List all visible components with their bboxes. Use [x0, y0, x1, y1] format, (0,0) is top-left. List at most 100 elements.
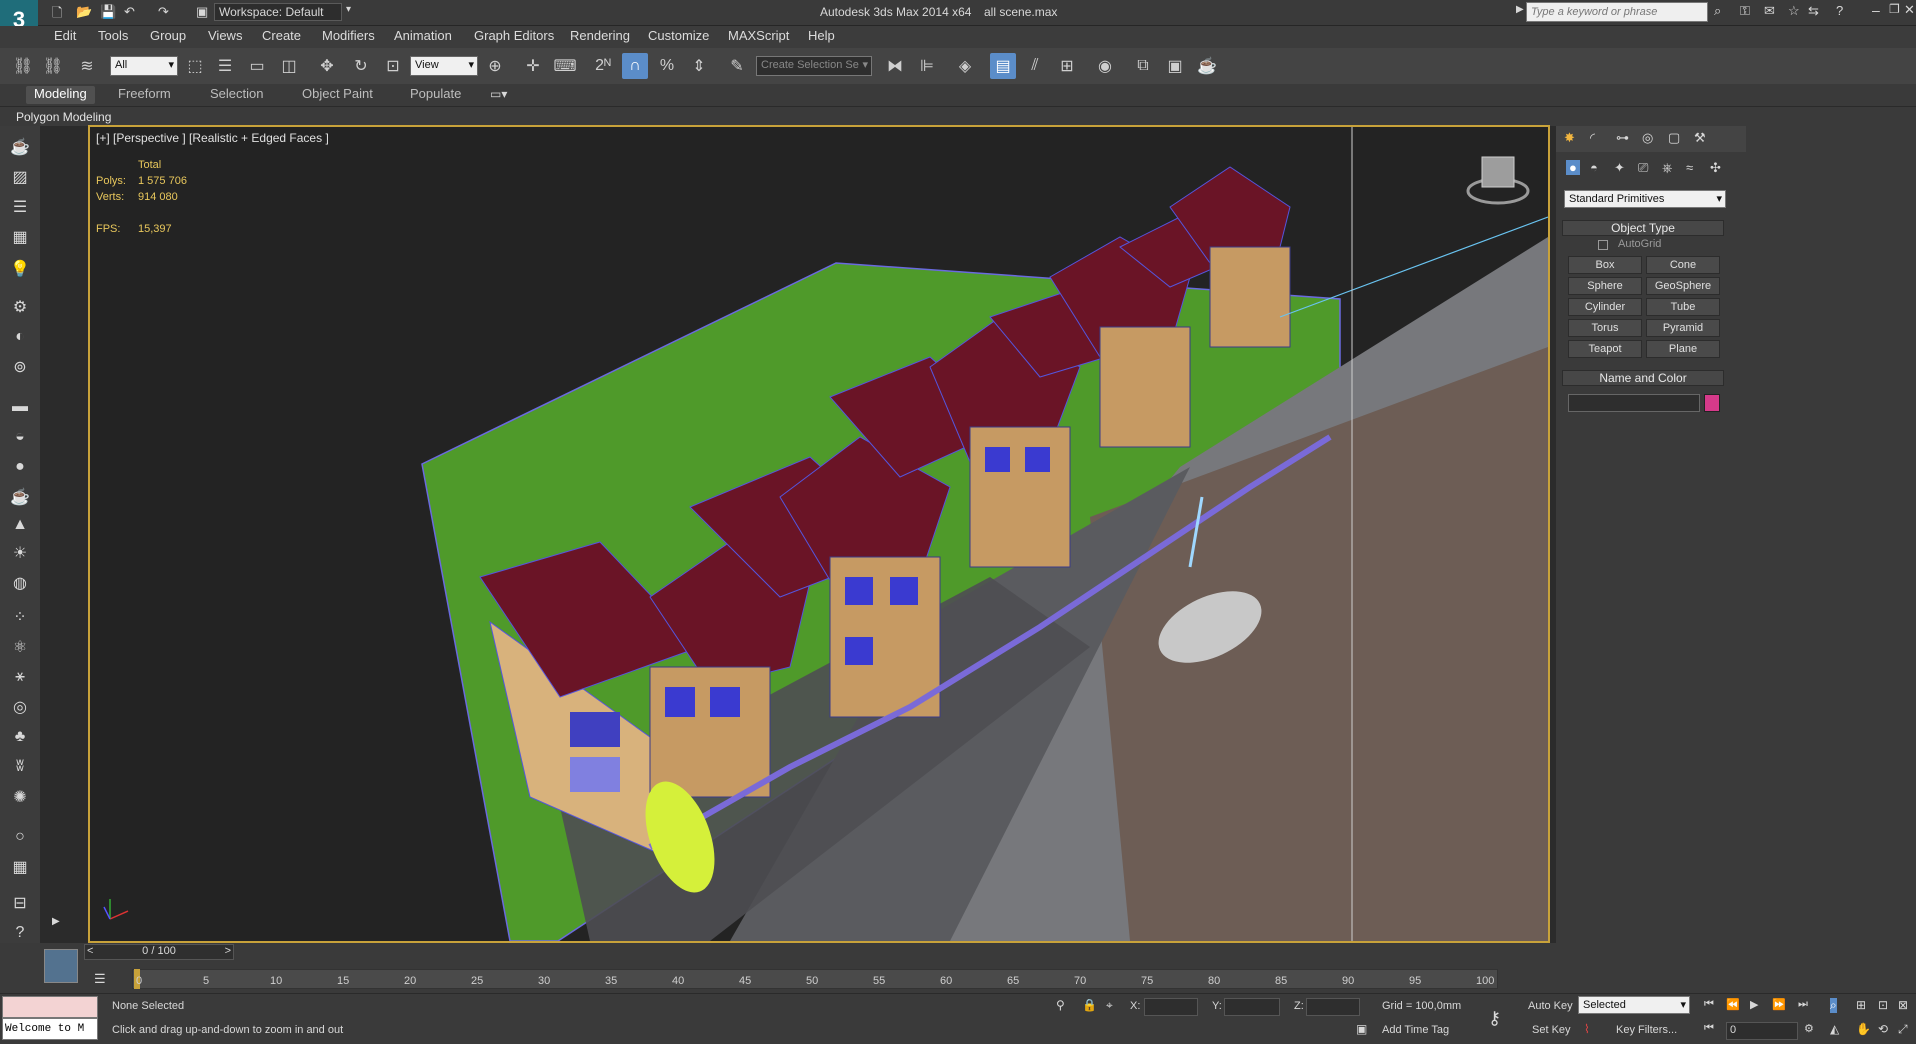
auto-key-button[interactable]: Auto Key: [1528, 1000, 1573, 1012]
lock-icon[interactable]: 🔒: [1082, 998, 1097, 1012]
align-icon[interactable]: ⊫: [914, 53, 940, 79]
box-button[interactable]: Box: [1568, 256, 1642, 274]
time-slider-prev-icon[interactable]: <: [87, 945, 93, 957]
help-icon[interactable]: ?: [1836, 3, 1843, 18]
teapot-button[interactable]: Teapot: [1568, 340, 1642, 358]
time-slider[interactable]: < 0 / 100 >: [84, 944, 234, 960]
key-mode-toggle-icon[interactable]: ⏮: [1704, 1022, 1714, 1035]
hierarchy-tab-icon[interactable]: ⊶: [1616, 130, 1629, 146]
maxscript-listener[interactable]: Welcome to M: [2, 1018, 98, 1040]
menu-edit[interactable]: Edit: [54, 28, 76, 43]
keyboard-shortcut-override-icon[interactable]: ⌨: [552, 53, 578, 79]
play-icon[interactable]: ▶: [1750, 998, 1758, 1011]
favorites-icon[interactable]: ☆: [1788, 3, 1800, 19]
rendered-frame-window-icon[interactable]: ▣: [1162, 53, 1188, 79]
ball-icon[interactable]: ◍: [8, 572, 32, 594]
snaps-toggle-icon[interactable]: 2ᴺ: [590, 53, 616, 79]
cameras-icon[interactable]: ⎚: [1638, 160, 1648, 176]
tube-button[interactable]: Tube: [1646, 298, 1720, 316]
sphere-icon[interactable]: ●: [8, 456, 32, 478]
menu-graph-editors[interactable]: Graph Editors: [474, 28, 554, 43]
plant-icon[interactable]: ♣: [8, 726, 32, 748]
menu-views[interactable]: Views: [208, 28, 242, 43]
modify-tab-icon[interactable]: ◜: [1590, 130, 1595, 146]
menu-animation[interactable]: Animation: [394, 28, 452, 43]
tab-populate[interactable]: Populate: [410, 86, 461, 104]
pyramid-button[interactable]: Pyramid: [1646, 319, 1720, 337]
menu-tools[interactable]: Tools: [98, 28, 128, 43]
sphere-button[interactable]: Sphere: [1568, 277, 1642, 295]
geosphere-button[interactable]: GeoSphere: [1646, 277, 1720, 295]
scale-icon[interactable]: ⊡: [380, 53, 406, 79]
percent-snap-icon[interactable]: %: [654, 53, 680, 79]
fur-icon[interactable]: ✺: [8, 786, 32, 808]
key-curve-icon[interactable]: ⌇: [1584, 1022, 1590, 1036]
y-coordinate-field[interactable]: [1224, 998, 1280, 1016]
angle-snap-icon[interactable]: ∩: [622, 53, 648, 79]
pivot-center-icon[interactable]: ⊕: [482, 53, 508, 79]
project-folder-icon[interactable]: ▣: [196, 4, 208, 20]
systems-icon[interactable]: ✣: [1710, 160, 1721, 176]
time-tag-icon[interactable]: ▣: [1356, 1022, 1367, 1036]
binoculars-icon[interactable]: ⌕: [1714, 3, 1721, 19]
tab-freeform[interactable]: Freeform: [118, 86, 171, 104]
chevron-down-icon[interactable]: ▾: [346, 4, 351, 15]
plane-button[interactable]: Plane: [1646, 340, 1720, 358]
object-name-input[interactable]: [1568, 394, 1700, 412]
perspective-viewport[interactable]: [+] [Perspective ] [Realistic + Edged Fa…: [88, 125, 1550, 943]
menu-help[interactable]: Help: [808, 28, 835, 43]
table-icon[interactable]: ▦: [8, 226, 32, 248]
key-mode-select[interactable]: Selected ▾: [1578, 996, 1690, 1014]
schematic-view-icon[interactable]: ⊞: [1054, 53, 1080, 79]
reference-coordinate-select[interactable]: View: [410, 56, 478, 76]
cone-button[interactable]: Cone: [1646, 256, 1720, 274]
play-arrow-icon[interactable]: ▶: [1516, 4, 1524, 15]
time-slider-next-icon[interactable]: >: [225, 945, 231, 957]
mini-listener-toggle[interactable]: [44, 949, 78, 983]
list-icon[interactable]: ☰: [8, 196, 32, 218]
hair-icon[interactable]: ʬ: [8, 756, 32, 778]
add-time-tag[interactable]: Add Time Tag: [1382, 1024, 1449, 1036]
maximize-viewport-icon[interactable]: ⤢: [1898, 1022, 1908, 1037]
render-setup-icon[interactable]: ⧉: [1130, 53, 1156, 79]
menu-maxscript[interactable]: MAXScript: [728, 28, 789, 43]
particles-icon[interactable]: ⁘: [8, 606, 32, 628]
select-by-name-icon[interactable]: ☰: [212, 53, 238, 79]
help-circle-icon[interactable]: ?: [8, 922, 32, 944]
z-coordinate-field[interactable]: [1306, 998, 1360, 1016]
autogrid-checkbox[interactable]: [1598, 240, 1608, 250]
search-input[interactable]: Type a keyword or phrase: [1526, 2, 1708, 22]
reel-icon[interactable]: ⊚: [8, 356, 32, 378]
select-manipulate-icon[interactable]: ✛: [520, 53, 546, 79]
spinner-snap-icon[interactable]: ⇕: [686, 53, 712, 79]
subscription-icon[interactable]: ⚿: [1740, 3, 1750, 19]
next-frame-icon[interactable]: ⏩: [1772, 998, 1786, 1011]
x-coordinate-field[interactable]: [1144, 998, 1198, 1016]
maximize-icon[interactable]: ❐: [1889, 2, 1900, 16]
display-tab-icon[interactable]: ▢: [1668, 130, 1680, 146]
tab-selection[interactable]: Selection: [210, 86, 263, 104]
selection-filter-select[interactable]: All: [110, 56, 178, 76]
key-filters-button[interactable]: Key Filters...: [1616, 1024, 1677, 1036]
graphite-toolbar-icon[interactable]: ▤: [990, 53, 1016, 79]
link-icon[interactable]: ⛓: [10, 53, 36, 79]
unlink-icon[interactable]: ⛓: [40, 53, 66, 79]
time-configuration-icon[interactable]: ⚙: [1804, 1022, 1814, 1035]
orbit-icon[interactable]: ⟲: [1878, 1022, 1888, 1036]
expand-arrow-icon[interactable]: ▶: [52, 916, 60, 927]
new-file-icon[interactable]: 🗋: [52, 4, 62, 26]
dome-icon[interactable]: ◒: [8, 426, 32, 448]
select-object-icon[interactable]: ⬚: [182, 53, 208, 79]
save-icon[interactable]: 💾: [100, 4, 116, 20]
molecule-icon[interactable]: ⚛: [8, 636, 32, 658]
undo-icon[interactable]: ↶: [124, 4, 135, 20]
set-key-icon[interactable]: ⚷: [1488, 1008, 1501, 1029]
menu-create[interactable]: Create: [262, 28, 301, 43]
shapes-icon[interactable]: ◓: [1590, 160, 1598, 175]
polygon-modeling-panel[interactable]: Polygon Modeling: [16, 110, 111, 124]
zoom-extents-icon[interactable]: ⊡: [1878, 998, 1888, 1012]
field-of-view-icon[interactable]: ◭: [1830, 1022, 1839, 1036]
torus-button[interactable]: Torus: [1568, 319, 1642, 337]
ribbon-options-icon[interactable]: ▭▾: [490, 87, 507, 101]
create-tab-icon[interactable]: ✸: [1564, 130, 1575, 146]
